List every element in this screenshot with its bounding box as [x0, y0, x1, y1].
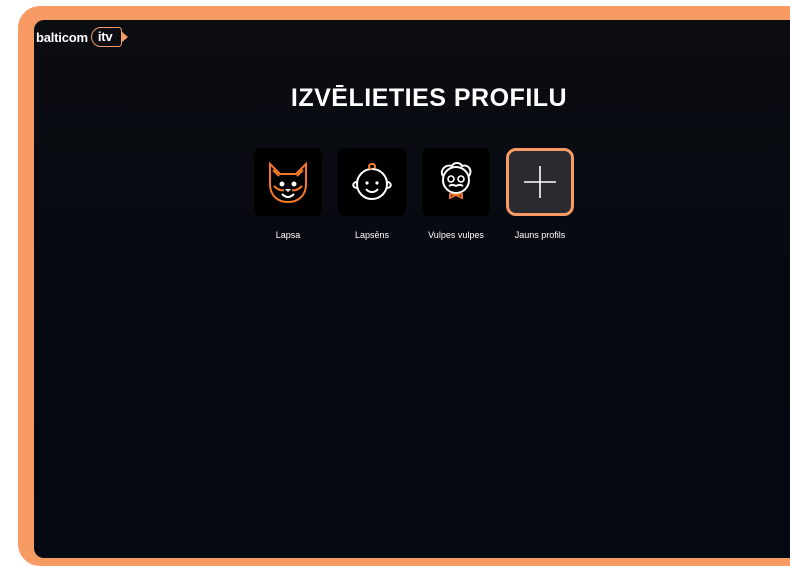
grandpa-icon [440, 162, 472, 200]
profile-avatar[interactable] [338, 148, 406, 216]
brand-name: balticom [36, 29, 88, 45]
profile-name: Vulpes vulpes [428, 230, 484, 240]
profile-lapsens[interactable]: Lapsēns [338, 148, 406, 240]
profile-avatar[interactable] [422, 148, 490, 216]
add-profile-button[interactable] [506, 148, 574, 216]
profile-list: Lapsa Lapsēns Vulpes vulpes Jauns profil… [254, 148, 574, 240]
profile-avatar[interactable] [254, 148, 322, 216]
profile-name: Jauns profils [514, 230, 566, 240]
fox-icon [269, 161, 307, 204]
profile-add-new[interactable]: Jauns profils [506, 148, 574, 240]
profile-vulpes-vulpes[interactable]: Vulpes vulpes [422, 148, 490, 240]
app-screen: balticom itv IZVĒLIETIES PROFILU Lapsa L… [34, 20, 790, 558]
baby-icon [352, 162, 392, 200]
brand-badge: itv [90, 27, 128, 47]
page-title: IZVĒLIETIES PROFILU [290, 84, 568, 112]
profile-name: Lapsa [275, 230, 301, 240]
balticom-logo: balticom itv [36, 27, 128, 47]
profile-name: Lapsēns [354, 230, 390, 240]
plus-icon [524, 166, 556, 198]
profile-lapsa[interactable]: Lapsa [254, 148, 322, 240]
